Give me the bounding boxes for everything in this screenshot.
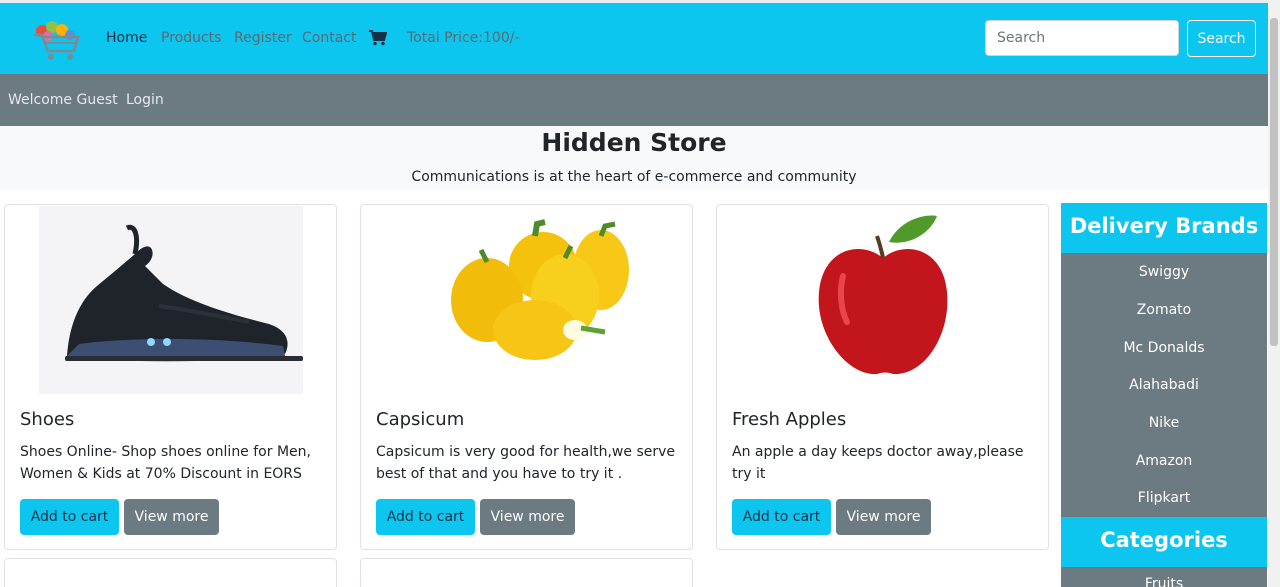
apple-image (818, 215, 948, 375)
product-description: An apple a day keeps doctor away,please … (732, 444, 1024, 482)
nav-contact[interactable]: Contact (302, 30, 356, 46)
welcome-text: Welcome Guest (8, 92, 118, 108)
product-card-shoes: Shoes Shoes Online- Shop shoes online fo… (4, 204, 337, 550)
view-more-button[interactable]: View more (836, 499, 931, 535)
product-card-partial (4, 558, 337, 587)
page-subtitle: Communications is at the heart of e-comm… (411, 169, 857, 185)
brand-item-zomato[interactable]: Zomato (1061, 302, 1267, 318)
scrollbar[interactable] (1268, 0, 1280, 587)
product-card-apples: Fresh Apples An apple a day keeps doctor… (716, 204, 1049, 550)
navbar: Home Products Register Contact Total Pri… (0, 3, 1268, 74)
sidebar: Delivery Brands Swiggy Zomato Mc Donalds… (1061, 203, 1267, 587)
product-card-partial (360, 558, 693, 587)
product-title: Capsicum (376, 409, 465, 430)
add-to-cart-button[interactable]: Add to cart (376, 499, 475, 535)
jumbotron: Hidden Store Communications is at the he… (0, 126, 1268, 190)
page-title: Hidden Store (541, 128, 727, 157)
view-more-button[interactable]: View more (480, 499, 575, 535)
product-description: Shoes Online- Shop shoes online for Men,… (20, 444, 311, 482)
brand-item-mcdonalds[interactable]: Mc Donalds (1061, 340, 1267, 356)
brand-item-nike[interactable]: Nike (1061, 415, 1267, 431)
login-link[interactable]: Login (126, 92, 164, 108)
category-item-fruits[interactable]: Fruits (1061, 576, 1267, 587)
user-bar: Welcome Guest Login (0, 74, 1268, 126)
product-description: Capsicum is very good for health,we serv… (376, 444, 676, 482)
add-to-cart-button[interactable]: Add to cart (732, 499, 831, 535)
shoe-image (39, 206, 303, 394)
nav-products[interactable]: Products (161, 30, 221, 46)
search-input[interactable] (985, 20, 1179, 56)
brand-item-flipkart[interactable]: Flipkart (1061, 490, 1267, 506)
scrollbar-thumb[interactable] (1270, 18, 1278, 346)
view-more-button[interactable]: View more (124, 499, 219, 535)
total-price: Total Price:100/- (407, 30, 520, 46)
brand-item-alahabadi[interactable]: Alahabadi (1061, 377, 1267, 393)
search-button[interactable]: Search (1187, 20, 1256, 57)
brand-item-amazon[interactable]: Amazon (1061, 453, 1267, 469)
nav-home[interactable]: Home (106, 30, 147, 46)
capsicum-image (451, 219, 629, 360)
nav-register[interactable]: Register (234, 30, 292, 46)
product-title: Fresh Apples (732, 409, 847, 430)
delivery-brands-heading: Delivery Brands (1061, 203, 1267, 253)
cart-icon[interactable] (369, 30, 387, 46)
categories-heading: Categories (1061, 517, 1267, 567)
shopping-cart-logo[interactable] (28, 15, 84, 63)
product-card-capsicum: Capsicum Capsicum is very good for healt… (360, 204, 693, 550)
brand-item-swiggy[interactable]: Swiggy (1061, 264, 1267, 280)
product-title: Shoes (20, 409, 75, 430)
add-to-cart-button[interactable]: Add to cart (20, 499, 119, 535)
